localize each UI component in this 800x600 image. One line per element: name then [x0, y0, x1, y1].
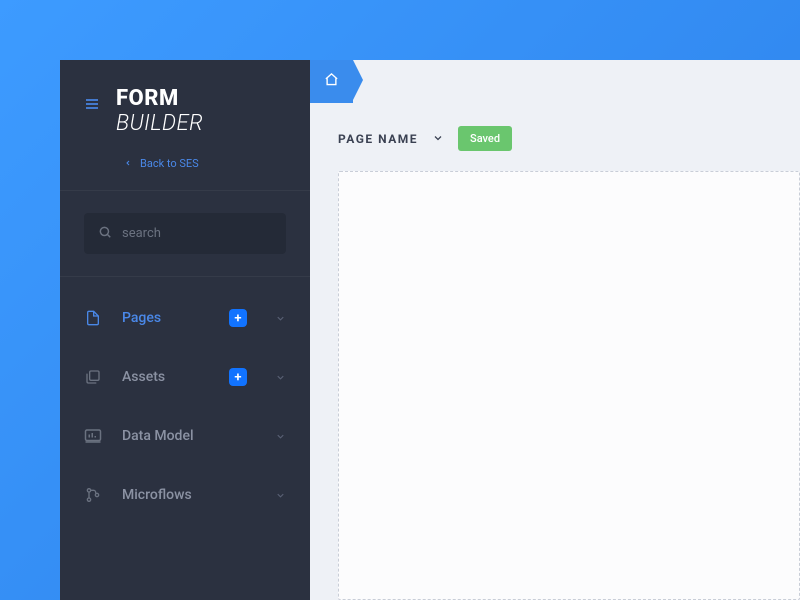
- sidebar-item-data-model[interactable]: Data Model: [60, 407, 310, 466]
- back-link[interactable]: Back to SES: [60, 151, 310, 190]
- sidebar-item-assets[interactable]: Assets +: [60, 348, 310, 407]
- sidebar-item-label: Assets: [122, 369, 209, 385]
- search-input[interactable]: [122, 226, 272, 241]
- sidebar-nav: Pages + Assets + Data: [60, 277, 310, 525]
- sidebar-item-label: Microflows: [122, 487, 247, 503]
- chevron-down-icon[interactable]: [275, 309, 286, 328]
- app-logo: FORM BUILDER: [116, 86, 203, 137]
- sidebar-item-label: Data Model: [122, 428, 247, 444]
- add-asset-button[interactable]: +: [229, 368, 247, 386]
- search-box[interactable]: [84, 213, 286, 254]
- page-name-dropdown[interactable]: PAGE NAME: [338, 132, 418, 146]
- sidebar-header: FORM BUILDER: [60, 60, 310, 151]
- search-icon: [98, 224, 112, 243]
- app-window: FORM BUILDER Back to SES: [60, 60, 800, 600]
- logo-top: FORM: [116, 86, 203, 111]
- logo-bottom: BUILDER: [116, 111, 203, 136]
- add-page-button[interactable]: +: [229, 309, 247, 327]
- chevron-down-icon[interactable]: [275, 486, 286, 505]
- chevron-left-icon: [124, 157, 132, 170]
- home-tab[interactable]: [310, 60, 353, 103]
- search-section: [60, 191, 310, 276]
- form-canvas[interactable]: [338, 171, 800, 600]
- home-icon: [324, 72, 339, 91]
- sidebar-item-microflows[interactable]: Microflows: [60, 466, 310, 525]
- main-content: PAGE NAME Saved: [310, 60, 800, 600]
- chevron-down-icon[interactable]: [275, 427, 286, 446]
- chevron-down-icon[interactable]: [432, 129, 444, 148]
- canvas-area: [310, 171, 800, 600]
- sidebar-item-pages[interactable]: Pages +: [60, 289, 310, 348]
- page-toolbar: PAGE NAME Saved: [310, 100, 800, 171]
- page-icon: [84, 309, 102, 327]
- sidebar-item-label: Pages: [122, 310, 209, 326]
- breadcrumb: [310, 60, 353, 103]
- assets-icon: [84, 368, 102, 386]
- chevron-down-icon[interactable]: [275, 368, 286, 387]
- microflows-icon: [84, 486, 102, 504]
- hamburger-menu-icon[interactable]: [84, 96, 100, 116]
- sidebar: FORM BUILDER Back to SES: [60, 60, 310, 600]
- status-badge: Saved: [458, 126, 512, 151]
- data-model-icon: [84, 427, 102, 445]
- back-link-label: Back to SES: [140, 157, 199, 170]
